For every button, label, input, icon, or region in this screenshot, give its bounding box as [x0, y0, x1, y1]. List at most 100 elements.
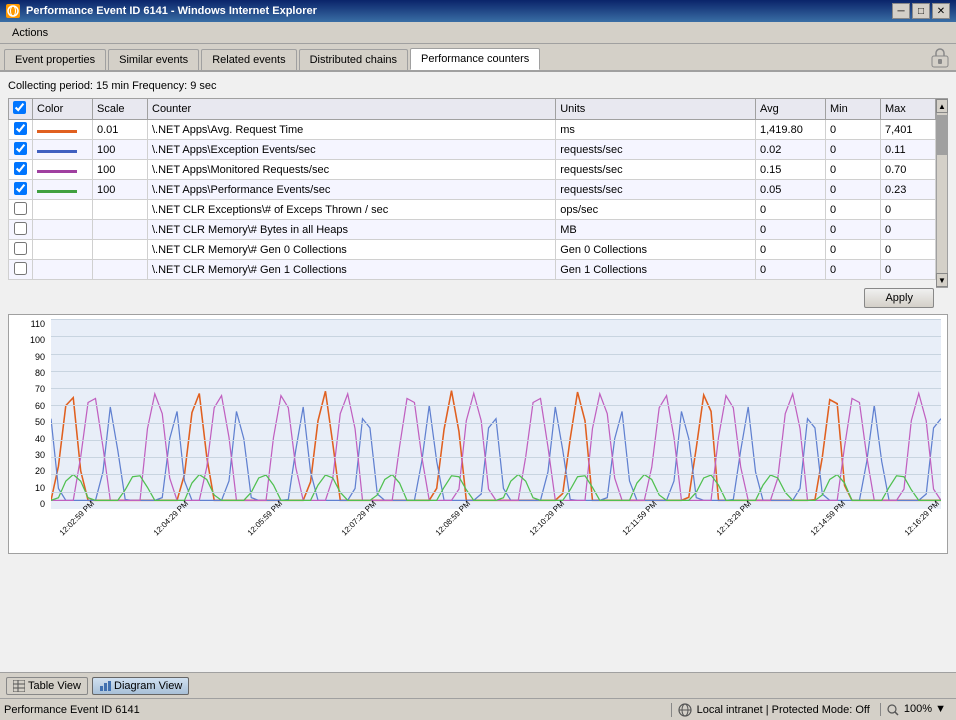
row-avg-3: 0.05 — [756, 180, 826, 200]
scroll-thumb[interactable] — [937, 115, 947, 155]
grid-line-50 — [51, 423, 941, 424]
diagram-view-button[interactable]: Diagram View — [92, 677, 189, 695]
row-counter-0: \.NET Apps\Avg. Request Time — [148, 120, 556, 140]
table-row: 100\.NET Apps\Monitored Requests/secrequ… — [9, 160, 936, 180]
tabs-container: Event properties Similar events Related … — [0, 44, 956, 72]
row-color-2 — [33, 160, 93, 180]
row-max-6: 0 — [881, 240, 936, 260]
x-axis: 12:02:59 PM12:04:29 PM12:05:59 PM12:07:2… — [51, 509, 941, 529]
row-counter-5: \.NET CLR Memory\# Bytes in all Heaps — [148, 220, 556, 240]
row-scale-1: 100 — [93, 140, 148, 160]
row-avg-0: 1,419.80 — [756, 120, 826, 140]
col-units: Units — [556, 99, 756, 120]
table-scrollbar[interactable]: ▲ ▼ — [936, 98, 948, 288]
minimize-button[interactable]: ─ — [892, 3, 910, 19]
bottom-toolbar: Table View Diagram View — [0, 672, 956, 698]
row-checkbox-1[interactable] — [14, 142, 27, 155]
row-min-2: 0 — [826, 160, 881, 180]
chart-inner: 1101009080706050403020100 — [13, 319, 943, 529]
row-min-4: 0 — [826, 200, 881, 220]
row-checkbox-5[interactable] — [14, 222, 27, 235]
row-min-7: 0 — [826, 260, 881, 280]
row-checkbox-7[interactable] — [14, 262, 27, 275]
row-units-2: requests/sec — [556, 160, 756, 180]
table-view-button[interactable]: Table View — [6, 677, 88, 695]
security-zone-text: Local intranet | Protected Mode: Off — [697, 703, 870, 715]
ie-icon — [6, 4, 20, 18]
row-avg-4: 0 — [756, 200, 826, 220]
counter-table: Color Scale Counter Units Avg Min Max 0.… — [8, 98, 936, 280]
row-color-3 — [33, 180, 93, 200]
grid-line-100 — [51, 336, 941, 337]
apply-button[interactable]: Apply — [864, 288, 934, 308]
grid-line-10 — [51, 492, 941, 493]
col-avg: Avg — [756, 99, 826, 120]
y-axis-label: 80 — [35, 368, 45, 378]
scroll-up-button[interactable]: ▲ — [936, 99, 948, 113]
y-axis-label: 60 — [35, 401, 45, 411]
row-avg-1: 0.02 — [756, 140, 826, 160]
table-row: \.NET CLR Exceptions\# of Exceps Thrown … — [9, 200, 936, 220]
y-axis-label: 70 — [35, 384, 45, 394]
chart-container: 1101009080706050403020100 — [8, 314, 948, 554]
status-page-title: Performance Event ID 6141 — [4, 704, 140, 716]
grid-line-80 — [51, 371, 941, 372]
grid-line-70 — [51, 388, 941, 389]
grid-line-20 — [51, 474, 941, 475]
y-axis-label: 0 — [40, 499, 45, 509]
tab-distributed-chains[interactable]: Distributed chains — [299, 49, 408, 70]
close-button[interactable]: ✕ — [932, 3, 950, 19]
grid-line-110 — [51, 319, 941, 320]
chart-line-2 — [51, 393, 941, 500]
row-checkbox-4[interactable] — [14, 202, 27, 215]
chart-area — [51, 319, 941, 509]
row-color-6 — [33, 240, 93, 260]
security-icon — [930, 48, 950, 68]
actions-menu[interactable]: Actions — [4, 25, 56, 41]
table-row: \.NET CLR Memory\# Gen 1 CollectionsGen … — [9, 260, 936, 280]
col-max: Max — [881, 99, 936, 120]
tab-performance-counters[interactable]: Performance counters — [410, 48, 540, 70]
tab-event-properties[interactable]: Event properties — [4, 49, 106, 70]
tab-similar-events[interactable]: Similar events — [108, 49, 199, 70]
table-row: 100\.NET Apps\Exception Events/secreques… — [9, 140, 936, 160]
row-avg-6: 0 — [756, 240, 826, 260]
row-min-1: 0 — [826, 140, 881, 160]
chart-line-1 — [51, 405, 941, 500]
y-axis-label: 90 — [35, 352, 45, 362]
status-left: Performance Event ID 6141 — [4, 704, 140, 716]
row-max-0: 7,401 — [881, 120, 936, 140]
y-axis-label: 50 — [35, 417, 45, 427]
y-axis: 1101009080706050403020100 — [13, 319, 48, 509]
y-axis-label: 110 — [31, 319, 45, 329]
scroll-down-button[interactable]: ▼ — [936, 273, 948, 287]
col-color: Color — [33, 99, 93, 120]
row-checkbox-6[interactable] — [14, 242, 27, 255]
row-scale-6 — [93, 240, 148, 260]
col-counter: Counter — [148, 99, 556, 120]
tab-related-events[interactable]: Related events — [201, 49, 296, 70]
row-checkbox-2[interactable] — [14, 162, 27, 175]
table-wrapper: Color Scale Counter Units Avg Min Max 0.… — [8, 98, 948, 288]
row-scale-7 — [93, 260, 148, 280]
row-max-1: 0.11 — [881, 140, 936, 160]
row-max-4: 0 — [881, 200, 936, 220]
chart-line-0 — [51, 391, 941, 501]
row-units-1: requests/sec — [556, 140, 756, 160]
maximize-button[interactable]: □ — [912, 3, 930, 19]
row-max-3: 0.23 — [881, 180, 936, 200]
row-units-4: ops/sec — [556, 200, 756, 220]
row-units-7: Gen 1 Collections — [556, 260, 756, 280]
table-row: 100\.NET Apps\Performance Events/secrequ… — [9, 180, 936, 200]
row-counter-6: \.NET CLR Memory\# Gen 0 Collections — [148, 240, 556, 260]
row-color-7 — [33, 260, 93, 280]
select-all-checkbox[interactable] — [13, 101, 26, 114]
security-icon-area — [930, 48, 950, 71]
table-row: 0.01\.NET Apps\Avg. Request Timems1,419.… — [9, 120, 936, 140]
row-max-2: 0.70 — [881, 160, 936, 180]
security-zone: Local intranet | Protected Mode: Off — [671, 703, 876, 717]
y-axis-label: 40 — [35, 434, 45, 444]
row-checkbox-0[interactable] — [14, 122, 27, 135]
row-checkbox-3[interactable] — [14, 182, 27, 195]
row-units-3: requests/sec — [556, 180, 756, 200]
